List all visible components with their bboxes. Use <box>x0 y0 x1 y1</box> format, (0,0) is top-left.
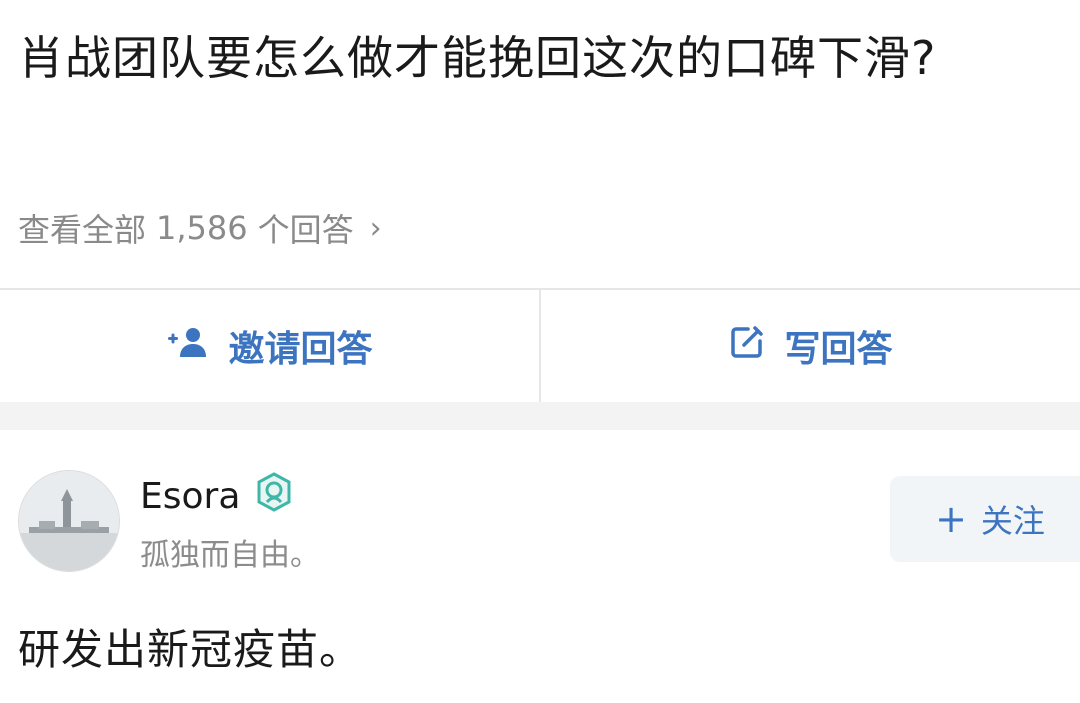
write-answer-label: 写回答 <box>784 329 893 370</box>
section-gap <box>0 402 1080 430</box>
invite-answer-label: 邀请回答 <box>228 329 373 370</box>
author-name-row[interactable]: Esora <box>140 472 294 521</box>
action-bar: 邀请回答 写回答 <box>0 290 1080 402</box>
author-bio: 孤独而自由。 <box>140 538 320 573</box>
avatar[interactable] <box>18 470 120 572</box>
view-all-suffix: 个回答 <box>257 211 354 249</box>
edit-icon <box>728 323 766 370</box>
answer-card: Esora 孤独而自由。 + 关注 研发出新冠疫苗。 <box>0 430 1080 703</box>
question-title[interactable]: 肖战团队要怎么做才能挽回这次的口碑下滑? <box>18 22 1058 94</box>
chevron-right-icon: › <box>369 210 382 246</box>
write-answer-button[interactable]: 写回答 <box>541 290 1080 402</box>
verified-badge-icon <box>254 472 294 521</box>
follow-label: 关注 <box>980 502 1045 540</box>
invite-answer-button[interactable]: 邀请回答 <box>0 290 539 402</box>
answer-content[interactable]: 研发出新冠疫苗。 <box>18 616 362 677</box>
add-person-icon <box>166 324 210 369</box>
answer-count: 1,586 <box>156 209 248 247</box>
view-all-answers-link[interactable]: 查看全部 1,586 个回答 › <box>18 205 382 251</box>
plus-icon: + <box>935 497 967 541</box>
view-all-prefix: 查看全部 <box>18 211 147 249</box>
follow-button[interactable]: + 关注 <box>890 476 1080 562</box>
author-name: Esora <box>140 476 241 517</box>
